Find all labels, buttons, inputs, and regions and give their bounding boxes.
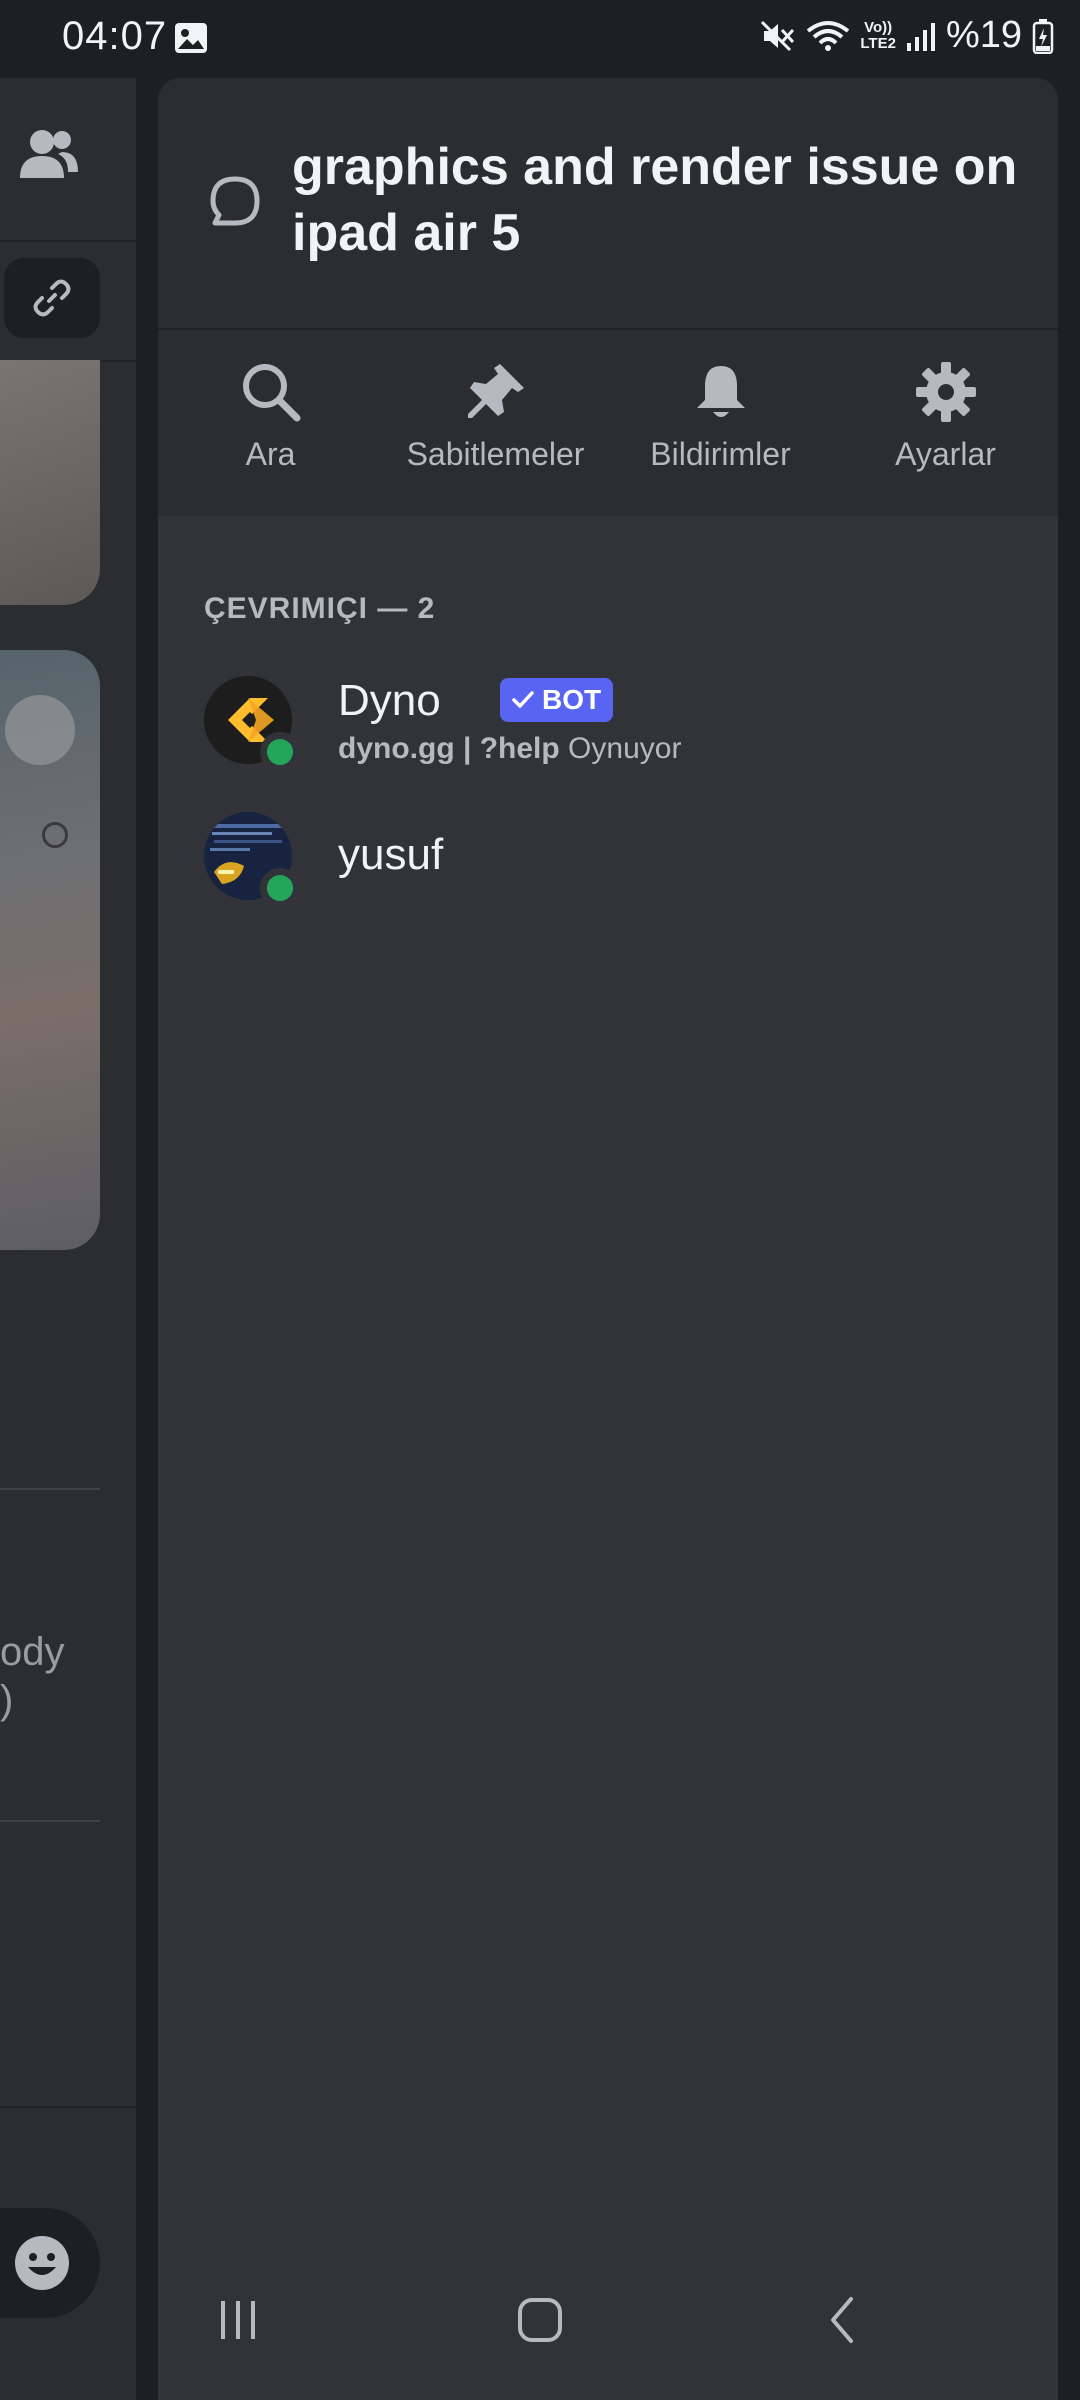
member-activity: dyno.gg | ?help Oynuyor: [338, 732, 682, 765]
thread-title: graphics and render issue on ipad air 5: [292, 138, 1018, 262]
member-name: Dyno: [338, 676, 441, 725]
background-divider: [0, 2106, 136, 2108]
background-divider: [0, 1820, 100, 1822]
member-row-dyno[interactable]: Dyno BOT dyno.gg | ?help Oynuyor: [204, 676, 1024, 786]
battery-percent: %19: [945, 14, 1022, 56]
home-icon: [518, 2298, 562, 2342]
gear-icon: [915, 362, 976, 422]
pins-button[interactable]: Sabitlemeler: [383, 330, 608, 516]
emoji-icon: [15, 2236, 69, 2290]
emoji-button[interactable]: [0, 2208, 100, 2318]
recent-apps-button[interactable]: [178, 2240, 298, 2400]
signal-icon: [906, 22, 935, 51]
online-status-dot: [260, 868, 300, 908]
recent-apps-icon: [221, 2301, 255, 2339]
background-divider: [0, 1488, 100, 1490]
overlay-icon: [42, 822, 68, 848]
pin-icon: [467, 364, 524, 418]
bell-icon: [696, 366, 745, 417]
status-bar: 04:07 Vo)) LTE2 %19: [0, 0, 1080, 78]
thread-members-drawer: graphics and render issue on ipad air 5 …: [158, 78, 1058, 2400]
background-image-card[interactable]: [0, 360, 100, 605]
system-navbar: [158, 2240, 1058, 2400]
notifications-label: Bildirimler: [650, 436, 791, 472]
search-label: Ara: [245, 436, 296, 472]
back-icon: [831, 2297, 853, 2343]
notifications-button[interactable]: Bildirimler: [608, 330, 833, 516]
settings-button[interactable]: Ayarlar: [833, 330, 1058, 516]
background-header: [0, 78, 136, 240]
image-icon: [175, 23, 207, 53]
thread-icon: [210, 176, 260, 226]
wifi-icon: [807, 20, 850, 51]
member-row-yusuf[interactable]: yusuf: [204, 812, 1024, 922]
thread-header: graphics and render issue on ipad air 5: [158, 78, 1058, 328]
home-button[interactable]: [480, 2240, 600, 2400]
settings-label: Ayarlar: [895, 436, 996, 472]
search-button[interactable]: Ara: [158, 330, 383, 516]
background-image-card[interactable]: [0, 650, 100, 1250]
background-chat-panel: ody ): [0, 78, 136, 2400]
background-divider: [0, 240, 136, 242]
members-icon[interactable]: [18, 126, 80, 182]
background-message-text: ody: [0, 1630, 65, 1674]
background-message-text: ): [0, 1678, 14, 1722]
member-name: yusuf: [338, 830, 444, 879]
battery-icon: [1032, 18, 1054, 54]
online-status-dot: [260, 732, 300, 772]
mute-icon: [761, 20, 795, 51]
volte-indicator: Vo)) LTE2: [860, 18, 896, 52]
online-section-label: ÇEVRIMIÇI — 2: [204, 592, 436, 625]
link-button[interactable]: [4, 258, 100, 338]
status-time: 04:07: [62, 14, 168, 58]
bot-badge: BOT: [500, 678, 614, 722]
back-button[interactable]: [784, 2240, 904, 2400]
thread-actions: Ara Sabitlemeler Bildirimler Ayarlar: [158, 330, 1058, 516]
search-icon: [242, 364, 300, 422]
link-icon: [33, 279, 71, 317]
pins-label: Sabitlemeler: [406, 436, 585, 472]
status-icons: Vo)) LTE2 %19: [760, 14, 1054, 57]
overlay-avatar: [5, 695, 75, 765]
check-icon: [512, 691, 534, 708]
